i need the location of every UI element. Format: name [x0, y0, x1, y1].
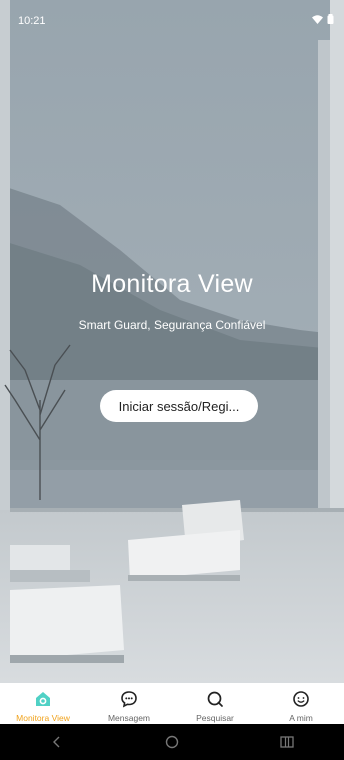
app-screen: 10:21 Monitora View Smart Guard, Seguran… [0, 0, 344, 760]
nav-item-search[interactable]: Pesquisar [172, 683, 258, 724]
hero-title: Monitora View [91, 270, 253, 298]
login-register-button[interactable]: Iniciar sessão/Regi... [100, 390, 258, 422]
hero-subtitle: Smart Guard, Segurança Confiável [78, 318, 266, 332]
hero-illustration [0, 0, 344, 683]
bottom-nav: Monitora View Mensagem Pesquisar A mim [0, 683, 344, 724]
nav-item-message[interactable]: Mensagem [86, 683, 172, 724]
hero-background [0, 0, 344, 683]
message-icon [119, 689, 139, 709]
recent-apps-icon[interactable] [267, 730, 307, 754]
nav-label-home: Monitora View [16, 713, 70, 723]
home-circle-icon[interactable] [152, 730, 192, 754]
search-icon [205, 689, 225, 709]
nav-item-profile[interactable]: A mim [258, 683, 344, 724]
back-icon[interactable] [37, 730, 77, 754]
battery-icon [327, 14, 334, 24]
nav-label-profile: A mim [289, 713, 313, 723]
profile-icon [291, 689, 311, 709]
home-icon [33, 689, 53, 709]
nav-item-home[interactable]: Monitora View [0, 683, 86, 724]
system-navigation-bar [0, 724, 344, 760]
nav-label-message: Mensagem [107, 713, 151, 723]
wifi-icon [312, 14, 323, 24]
status-time: 10:21 [18, 15, 46, 27]
nav-label-search: Pesquisar [196, 713, 234, 723]
status-bar: 10:21 [0, 0, 344, 40]
status-icons [312, 14, 334, 24]
